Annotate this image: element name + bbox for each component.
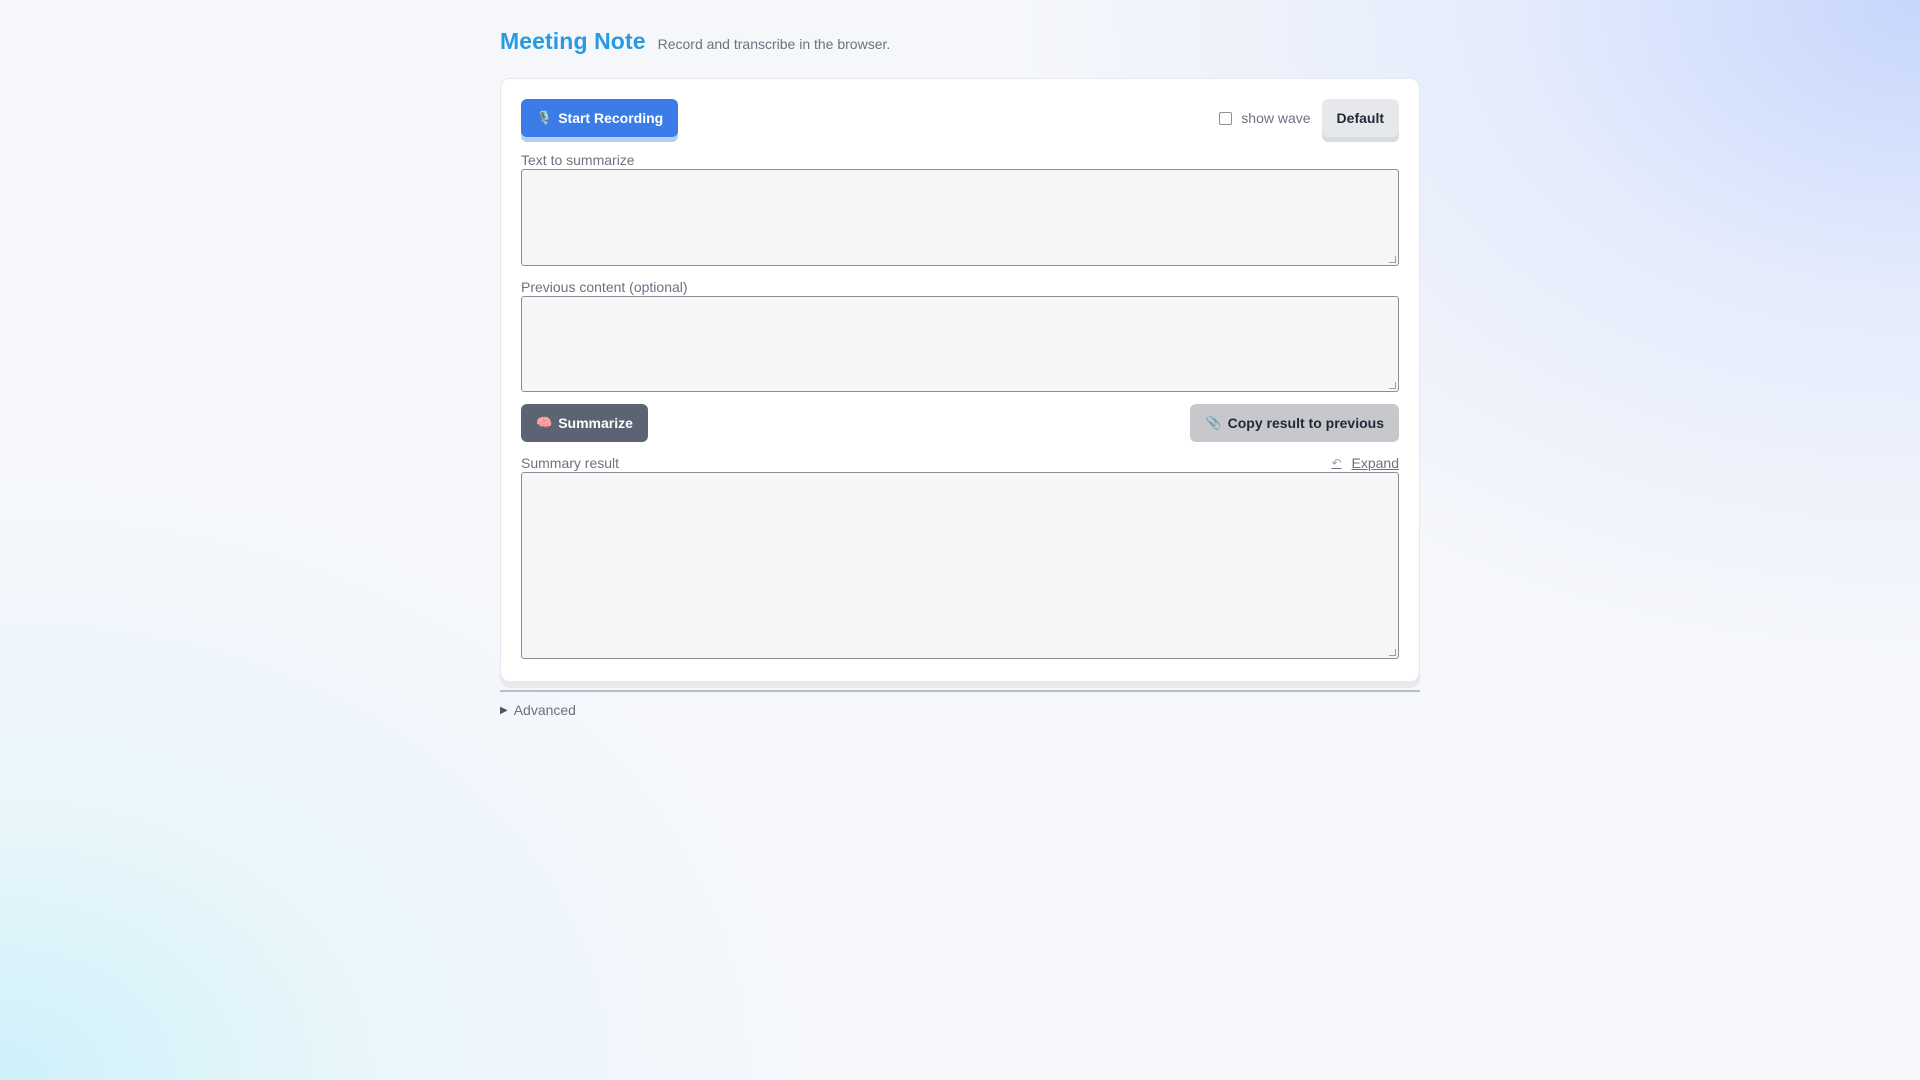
text-to-summarize-group: Text to summarize xyxy=(521,151,1399,266)
page-subtitle: Record and transcribe in the browser. xyxy=(657,36,891,52)
advanced-label: Advanced xyxy=(513,702,576,718)
paperclip-icon: 📎 xyxy=(1205,415,1222,430)
copy-result-label: Copy result to previous xyxy=(1227,415,1384,431)
previous-content-label: Previous content (optional) xyxy=(521,279,688,295)
action-row: 🧠 Summarize 📎 Copy result to previous xyxy=(521,404,1399,442)
start-recording-label: Start Recording xyxy=(558,110,664,126)
caret-right-icon: ▶ xyxy=(500,704,508,716)
microphone-icon: 🎙️ xyxy=(536,110,553,125)
page-title: Meeting Note xyxy=(500,28,646,54)
text-to-summarize-input[interactable] xyxy=(521,169,1399,266)
expand-link[interactable]: ↶ Expand xyxy=(1331,455,1399,471)
summary-result-label: Summary result xyxy=(521,455,620,471)
advanced-toggle[interactable]: ▶ Advanced xyxy=(500,701,1420,719)
show-wave-label: show wave xyxy=(1241,110,1311,126)
summarize-button[interactable]: 🧠 Summarize xyxy=(521,404,648,442)
summarize-label: Summarize xyxy=(558,415,633,431)
page-header: Meeting Note Record and transcribe in th… xyxy=(500,28,1420,62)
brain-icon: 🧠 xyxy=(536,415,553,430)
toolbar-right: show wave Default xyxy=(1219,99,1399,137)
previous-content-group: Previous content (optional) xyxy=(521,278,1399,392)
show-wave-checkbox[interactable] xyxy=(1219,111,1233,125)
previous-content-input[interactable] xyxy=(521,296,1399,392)
summary-result-header: Summary result ↶ Expand xyxy=(521,454,1399,472)
copy-result-button[interactable]: 📎 Copy result to previous xyxy=(1190,404,1399,442)
undo-icon: ↶ xyxy=(1331,456,1342,470)
section-divider xyxy=(500,690,1420,692)
show-wave-toggle[interactable]: show wave xyxy=(1219,110,1311,126)
expand-label: Expand xyxy=(1351,455,1399,471)
app-container: Meeting Note Record and transcribe in th… xyxy=(500,28,1420,719)
toolbar: 🎙️ Start Recording show wave Default xyxy=(521,99,1399,137)
summary-result-output[interactable] xyxy=(521,472,1399,659)
default-button[interactable]: Default xyxy=(1321,99,1399,137)
main-card: 🎙️ Start Recording show wave Default Tex… xyxy=(500,78,1420,682)
start-recording-button[interactable]: 🎙️ Start Recording xyxy=(521,99,679,137)
text-to-summarize-label: Text to summarize xyxy=(521,152,635,168)
